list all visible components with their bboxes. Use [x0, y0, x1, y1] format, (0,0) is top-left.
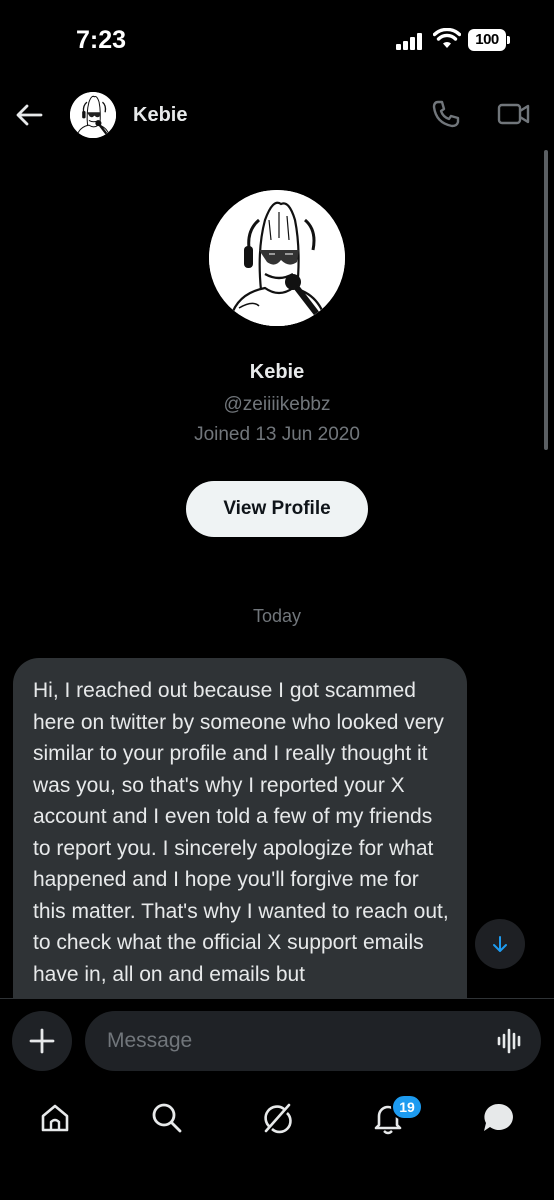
- view-profile-button[interactable]: View Profile: [186, 481, 368, 537]
- header-name[interactable]: Kebie: [133, 104, 187, 127]
- nav-messages[interactable]: [479, 1098, 519, 1138]
- plus-icon: [29, 1028, 55, 1054]
- profile-handle: @zeiiiikebbz: [223, 394, 331, 415]
- avatar[interactable]: [70, 92, 116, 138]
- voice-waveform-icon[interactable]: [496, 1027, 524, 1055]
- bottom-nav: [0, 1084, 554, 1200]
- message-bubble[interactable]: Hi, I reached out because I got scammed …: [13, 658, 467, 998]
- back-button[interactable]: [12, 98, 46, 132]
- wifi-icon: [433, 28, 461, 48]
- scroll-to-bottom-button[interactable]: [475, 919, 525, 969]
- date-separator: Today: [252, 606, 302, 626]
- arrow-down-icon: [493, 936, 507, 952]
- add-attachment-button[interactable]: [12, 1011, 72, 1071]
- message-input[interactable]: [85, 1011, 541, 1071]
- home-icon: [41, 1104, 69, 1132]
- profile-joined-date: Joined 13 Jun 2020: [194, 424, 360, 445]
- nav-home[interactable]: [35, 1098, 75, 1138]
- message-composer: [0, 998, 554, 1084]
- message-list[interactable]: Hi, I reached out because I got scammed …: [0, 655, 554, 998]
- chat-bubble-icon: [484, 1103, 513, 1131]
- profile-name: Kebie: [249, 361, 305, 383]
- avatar-drawing-icon: [70, 92, 116, 138]
- notification-count-badge: 19: [391, 1094, 423, 1120]
- arrow-left-icon: [16, 104, 43, 126]
- avatar-drawing-icon: [209, 190, 345, 326]
- video-camera-icon[interactable]: [497, 98, 531, 130]
- profile-avatar[interactable]: [209, 190, 345, 326]
- battery-level: 100: [468, 29, 506, 51]
- phone-icon[interactable]: [430, 98, 462, 130]
- search-icon: [152, 1103, 182, 1133]
- signal-icon: [396, 32, 426, 50]
- grok-icon: [264, 1103, 292, 1134]
- status-bar: 7:23 100: [0, 0, 554, 84]
- nav-search[interactable]: [147, 1098, 187, 1138]
- battery-icon: 100: [468, 29, 510, 51]
- status-time: 7:23: [76, 26, 127, 54]
- nav-grok[interactable]: [257, 1098, 297, 1138]
- conversation-header: Kebie: [0, 84, 554, 148]
